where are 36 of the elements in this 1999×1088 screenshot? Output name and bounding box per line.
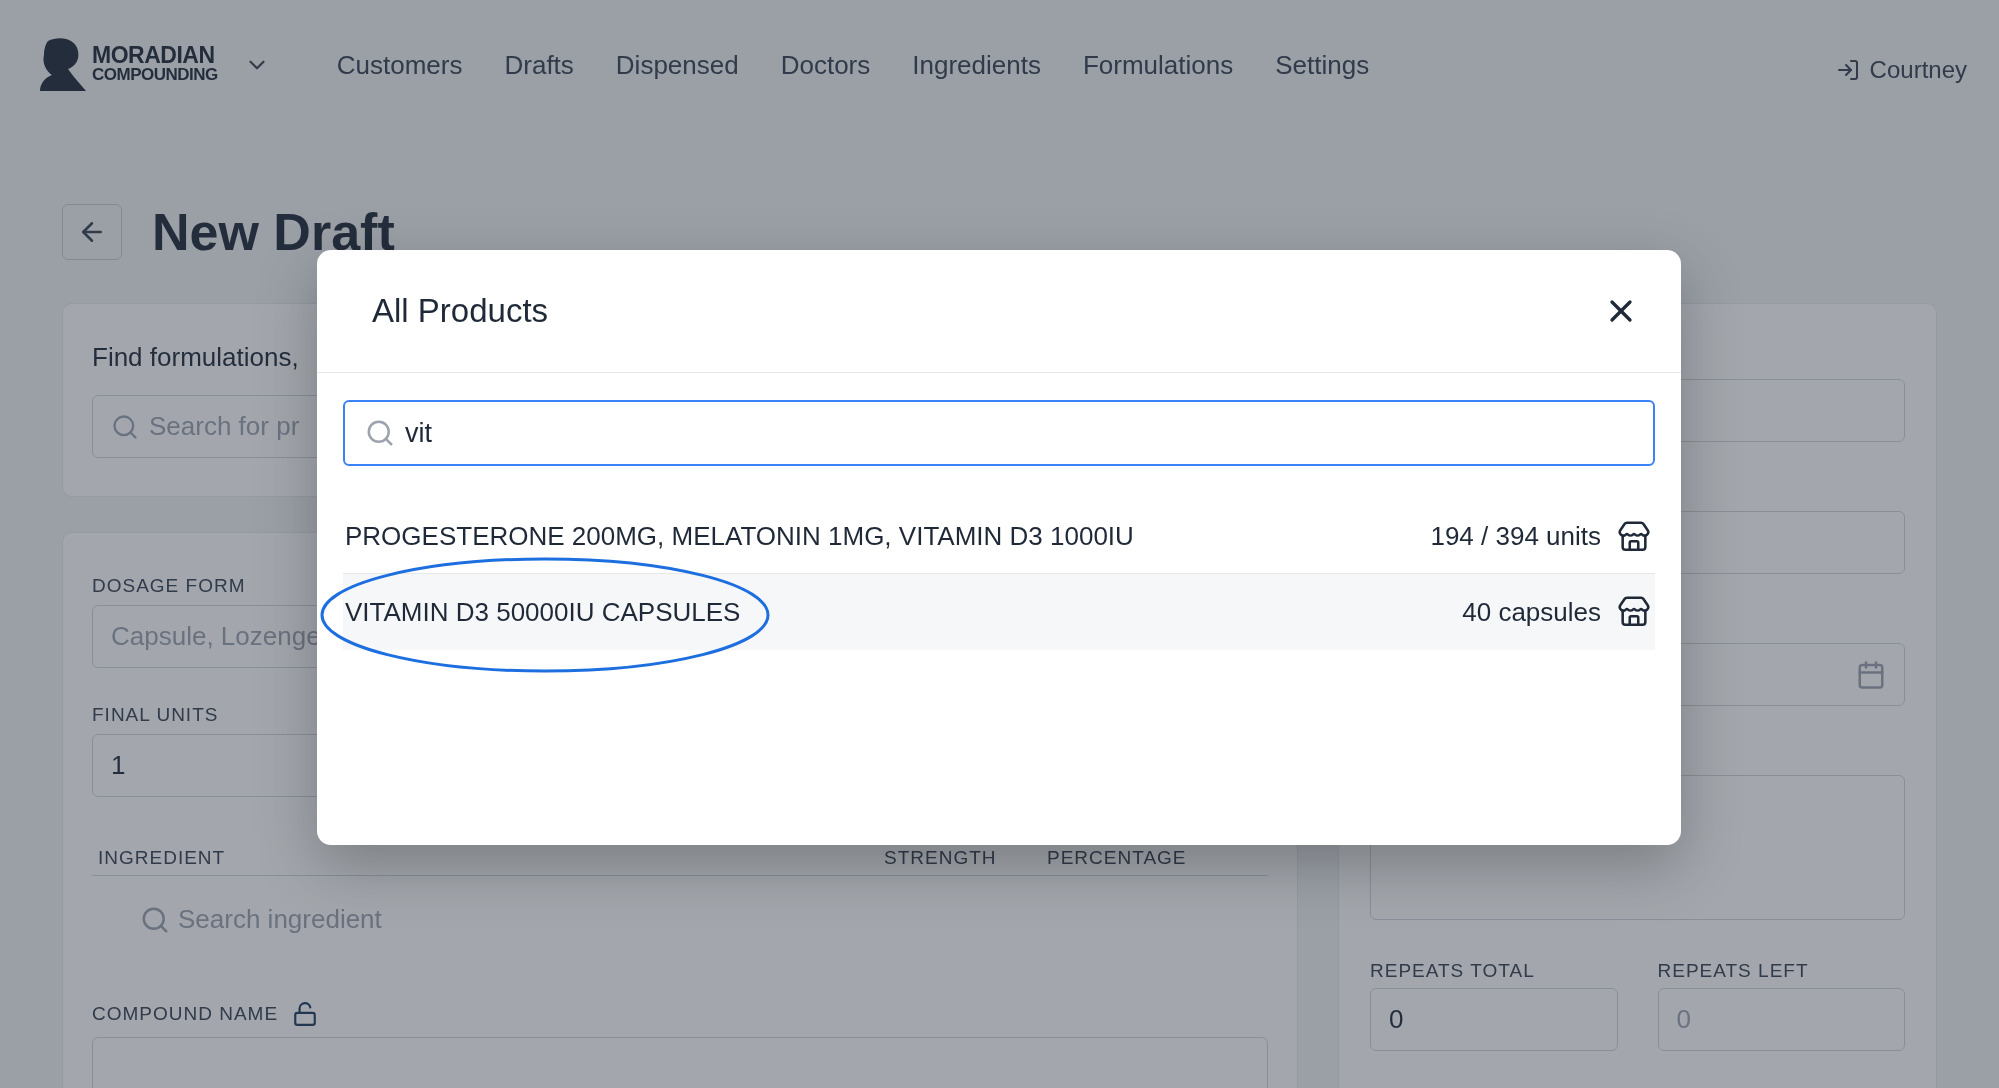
page-title: New Draft: [152, 204, 395, 260]
nav-link[interactable]: Dispensed: [594, 49, 760, 81]
store-icon[interactable]: [1617, 595, 1651, 629]
column-header: PERCENTAGE: [1047, 847, 1188, 869]
field-label: COMPOUND NAME: [92, 1003, 279, 1025]
search-icon: [111, 412, 139, 441]
field-label: DOSAGE FORM: [92, 575, 246, 597]
column-header: INGREDIENT: [98, 847, 227, 869]
repeats-field[interactable]: 0: [1370, 988, 1618, 1051]
nav-link[interactable]: Customers: [315, 49, 484, 81]
product-row[interactable]: VITAMIN D3 50000IU CAPSULES 40 capsules: [343, 574, 1655, 650]
user-link[interactable]: Courtney: [1835, 56, 1967, 84]
stock-count: 40 capsules: [1462, 596, 1601, 628]
compound-name-field[interactable]: [92, 1037, 1268, 1088]
search-icon: [365, 418, 395, 448]
lock-icon[interactable]: [292, 1001, 319, 1027]
product-name: VITAMIN D3 50000IU CAPSULES: [345, 596, 741, 628]
field-label: REPEATS TOTAL: [1370, 960, 1535, 982]
dialog-title: All Products: [372, 292, 549, 330]
sign-out-icon: [1835, 58, 1860, 82]
column-header: STRENGTH: [884, 847, 998, 869]
stock-count: 194 / 394 units: [1430, 521, 1601, 552]
field-label: FINAL UNITS: [92, 704, 219, 726]
logo-text: MORADIAN COMPOUNDING: [92, 46, 218, 84]
card-heading: Find formulations,: [92, 342, 299, 373]
store-icon[interactable]: [1617, 519, 1651, 554]
field-label: REPEATS LEFT: [1657, 960, 1809, 982]
nav-link[interactable]: Ingredients: [891, 49, 1062, 81]
search-field[interactable]: vit: [343, 400, 1655, 466]
nav-link[interactable]: Doctors: [759, 49, 892, 81]
nav-link[interactable]: Drafts: [483, 49, 595, 81]
product-name: PROGESTERONE 200MG, MELATONIN 1MG, VITAMIN D3 1000IU: [345, 521, 1134, 552]
nav-link[interactable]: Settings: [1254, 49, 1391, 81]
back-button[interactable]: [62, 204, 122, 260]
nav-link[interactable]: Formulations: [1061, 49, 1255, 81]
logo-icon: [38, 37, 88, 93]
